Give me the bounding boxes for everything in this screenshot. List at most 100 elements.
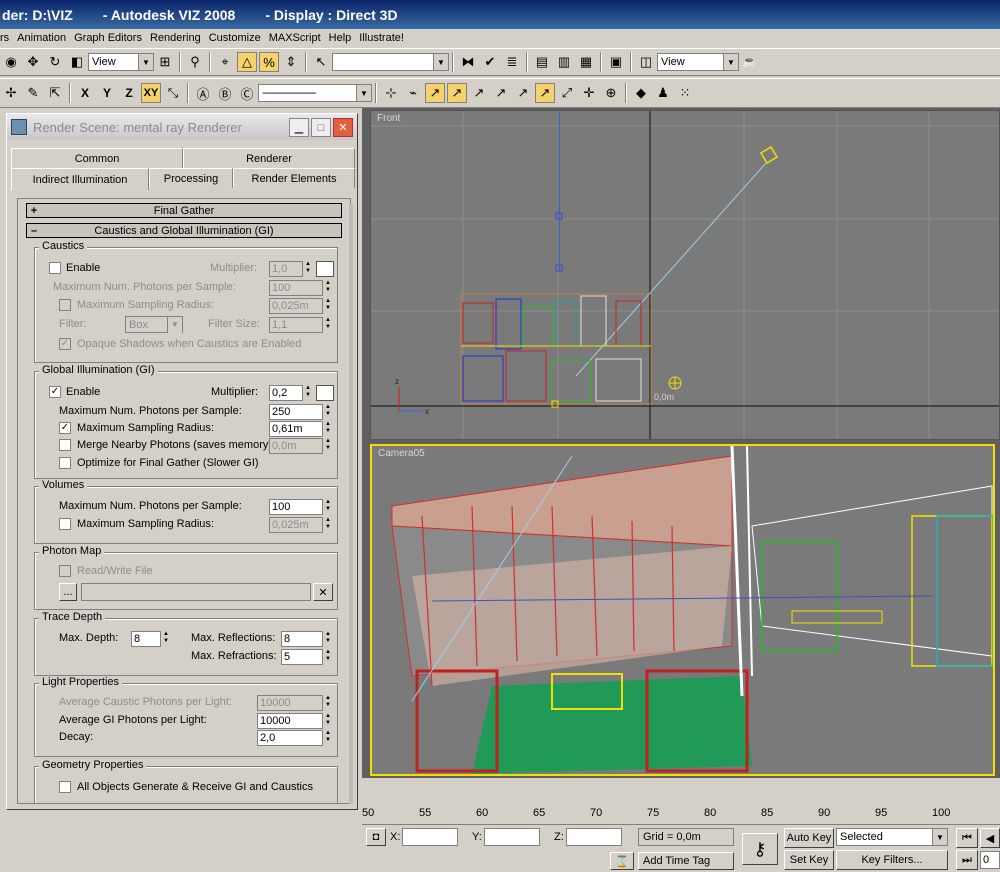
menu-item-animation[interactable]: Animation <box>17 32 72 44</box>
rollout-caustics-gi[interactable]: – Caustics and Global Illumination (GI) <box>26 223 342 238</box>
rollout-final-gather[interactable]: + Final Gather <box>26 203 342 218</box>
tab-processing[interactable]: Processing <box>149 168 233 188</box>
rotate-icon[interactable]: ↻ <box>45 52 65 72</box>
material-editor-icon[interactable]: ▥ <box>554 52 574 72</box>
snap-pivot-icon[interactable]: ↗ <box>535 83 555 103</box>
key-icon[interactable]: ⚷ <box>742 833 778 865</box>
viewport-label-front[interactable]: Front <box>377 113 400 124</box>
link-icon[interactable]: ⚲ <box>185 52 205 72</box>
key-filters-button[interactable]: Key Filters... <box>836 850 948 870</box>
optimize-final-gather-checkbox[interactable] <box>59 457 71 469</box>
avg-gi-photons-spinner[interactable]: 10000 ▲ ▼ <box>257 713 333 729</box>
cursor-icon[interactable]: ✎ <box>23 83 43 103</box>
caustics-filter-size-spinner[interactable]: 1,1 ▲ ▼ <box>269 317 333 333</box>
tab-common[interactable]: Common <box>11 148 183 168</box>
caustics-max-photons-spinner[interactable]: 100 ▲ ▼ <box>269 280 333 296</box>
caustics-enable-checkbox[interactable] <box>49 262 61 274</box>
time-slider-track[interactable]: 50 55 60 65 70 75 80 85 90 95 100 <box>362 798 1000 824</box>
set-key-button[interactable]: Set Key <box>784 850 834 870</box>
menu-item-illustrate[interactable]: Illustrate! <box>359 32 410 44</box>
photon-map-path-field[interactable] <box>81 583 311 601</box>
max-reflections-spinner[interactable]: 8 ▲ ▼ <box>281 631 333 647</box>
render-scene-icon[interactable]: ▣ <box>606 52 626 72</box>
text-c-icon[interactable]: Ⓒ <box>237 83 257 103</box>
dialog-title-bar[interactable]: Render Scene: mental ray Renderer ▁ □ ✕ <box>7 114 357 140</box>
read-write-file-checkbox[interactable] <box>59 565 71 577</box>
gi-multiplier-spinner[interactable]: 0,2 ▲ ▼ <box>269 385 313 401</box>
decay-spinner[interactable]: 2,0 ▲ ▼ <box>257 730 333 746</box>
scale-icon[interactable]: ◧ <box>67 52 87 72</box>
angle-snap-icon[interactable]: △ <box>237 52 257 72</box>
curve-editor-icon[interactable]: ▦ <box>576 52 596 72</box>
cube-icon[interactable]: ◆ <box>631 83 651 103</box>
percent-snap-icon[interactable]: % <box>259 52 279 72</box>
opaque-shadows-checkbox[interactable]: ✓ <box>59 338 71 350</box>
snap-center-icon[interactable]: ↗ <box>513 83 533 103</box>
auto-key-button[interactable]: Auto Key <box>784 828 834 848</box>
menu-item-maxscript[interactable]: MAXScript <box>269 32 327 44</box>
gi-color-swatch[interactable] <box>316 385 334 401</box>
edit-named-selection-icon[interactable]: ↖ <box>311 52 331 72</box>
layer-manager-icon[interactable]: ≣ <box>502 52 522 72</box>
teapot-icon[interactable]: ☕ <box>740 52 760 72</box>
clear-path-icon[interactable]: ✕ <box>313 583 333 601</box>
coord-x-field[interactable] <box>402 828 458 846</box>
axis-xy-flyout-icon[interactable]: ⤡ <box>163 83 183 103</box>
axis-xy-button[interactable]: XY <box>141 83 161 103</box>
browse-button[interactable]: ... <box>59 583 77 601</box>
text-b-icon[interactable]: Ⓑ <box>215 83 235 103</box>
all-objects-gi-checkbox[interactable] <box>59 781 71 793</box>
menu-item-customize[interactable]: Customize <box>209 32 267 44</box>
axis-z-button[interactable]: Z <box>119 83 139 103</box>
coord-y-field[interactable] <box>484 828 540 846</box>
snaps-icon[interactable]: ✢ <box>1 83 21 103</box>
axis-y-button[interactable]: Y <box>97 83 117 103</box>
add-time-tag-button[interactable]: Add Time Tag <box>638 852 734 870</box>
front-viewport[interactable]: Front z x 0,0m <box>370 110 1000 440</box>
snap-midpoint-icon[interactable]: ↗ <box>447 83 467 103</box>
tab-render-elements[interactable]: Render Elements <box>233 168 355 188</box>
snap-endpoint-icon[interactable]: ↗ <box>425 83 445 103</box>
max-depth-spinner[interactable]: 8 ▲ ▼ <box>131 631 171 647</box>
minimize-button[interactable]: ▁ <box>289 118 309 137</box>
caustics-max-radius-checkbox[interactable] <box>59 299 71 311</box>
mirror-icon[interactable]: ⧓ <box>458 52 478 72</box>
key-selection-select[interactable]: Selected ▼ <box>836 828 948 846</box>
named-selection-combo[interactable]: ▼ <box>332 53 449 71</box>
snap-edge-icon[interactable]: ↗ <box>469 83 489 103</box>
gi-enable-checkbox[interactable]: ✓ <box>49 386 61 398</box>
maximize-button[interactable]: □ <box>311 118 331 137</box>
merge-photons-spinner[interactable]: 0,0m ▲ ▼ <box>269 438 333 454</box>
current-frame-field[interactable]: 0 <box>980 851 1000 869</box>
snap-face-icon[interactable]: ↗ <box>491 83 511 103</box>
particles-icon[interactable]: ⁙ <box>675 83 695 103</box>
select-icon[interactable]: ◉ <box>1 52 21 72</box>
tab-renderer[interactable]: Renderer <box>183 148 355 168</box>
dialog-scrollbar[interactable] <box>349 204 353 804</box>
gi-max-radius-checkbox[interactable]: ✓ <box>59 422 71 434</box>
line-style-combo[interactable]: -------------------- ▼ <box>258 84 372 102</box>
volumes-max-photons-spinner[interactable]: 100 ▲ ▼ <box>269 499 333 515</box>
caustics-color-swatch[interactable] <box>316 261 334 277</box>
max-refractions-spinner[interactable]: 5 ▲ ▼ <box>281 649 333 665</box>
menu-item-views[interactable]: rs <box>0 32 15 44</box>
volumes-max-radius-checkbox[interactable] <box>59 518 71 530</box>
prev-frame-icon[interactable]: ◀ <box>980 828 1000 848</box>
snap-toggle-icon[interactable]: ⌖ <box>215 52 235 72</box>
menu-item-rendering[interactable]: Rendering <box>150 32 207 44</box>
snap-tangent-icon[interactable]: ✛ <box>579 83 599 103</box>
snap-vertex-icon[interactable]: ⌁ <box>403 83 423 103</box>
figure-icon[interactable]: ♟ <box>653 83 673 103</box>
close-button[interactable]: ✕ <box>333 118 353 137</box>
caustics-filter-select[interactable]: Box ▼ <box>125 316 183 333</box>
gi-max-radius-spinner[interactable]: 0,61m ▲ ▼ <box>269 421 333 437</box>
snap-perp-icon[interactable]: ⤢ <box>557 83 577 103</box>
axis-x-button[interactable]: X <box>75 83 95 103</box>
snap-bbox-icon[interactable]: ⊕ <box>601 83 621 103</box>
select-link-icon[interactable]: ⇱ <box>45 83 65 103</box>
quick-render-icon[interactable]: ◫ <box>636 52 656 72</box>
caustics-max-radius-spinner[interactable]: 0,025m ▲ ▼ <box>269 298 333 314</box>
pivot-icon[interactable]: ⊞ <box>155 52 175 72</box>
gi-max-photons-spinner[interactable]: 250 ▲ ▼ <box>269 404 333 420</box>
merge-photons-checkbox[interactable] <box>59 439 71 451</box>
